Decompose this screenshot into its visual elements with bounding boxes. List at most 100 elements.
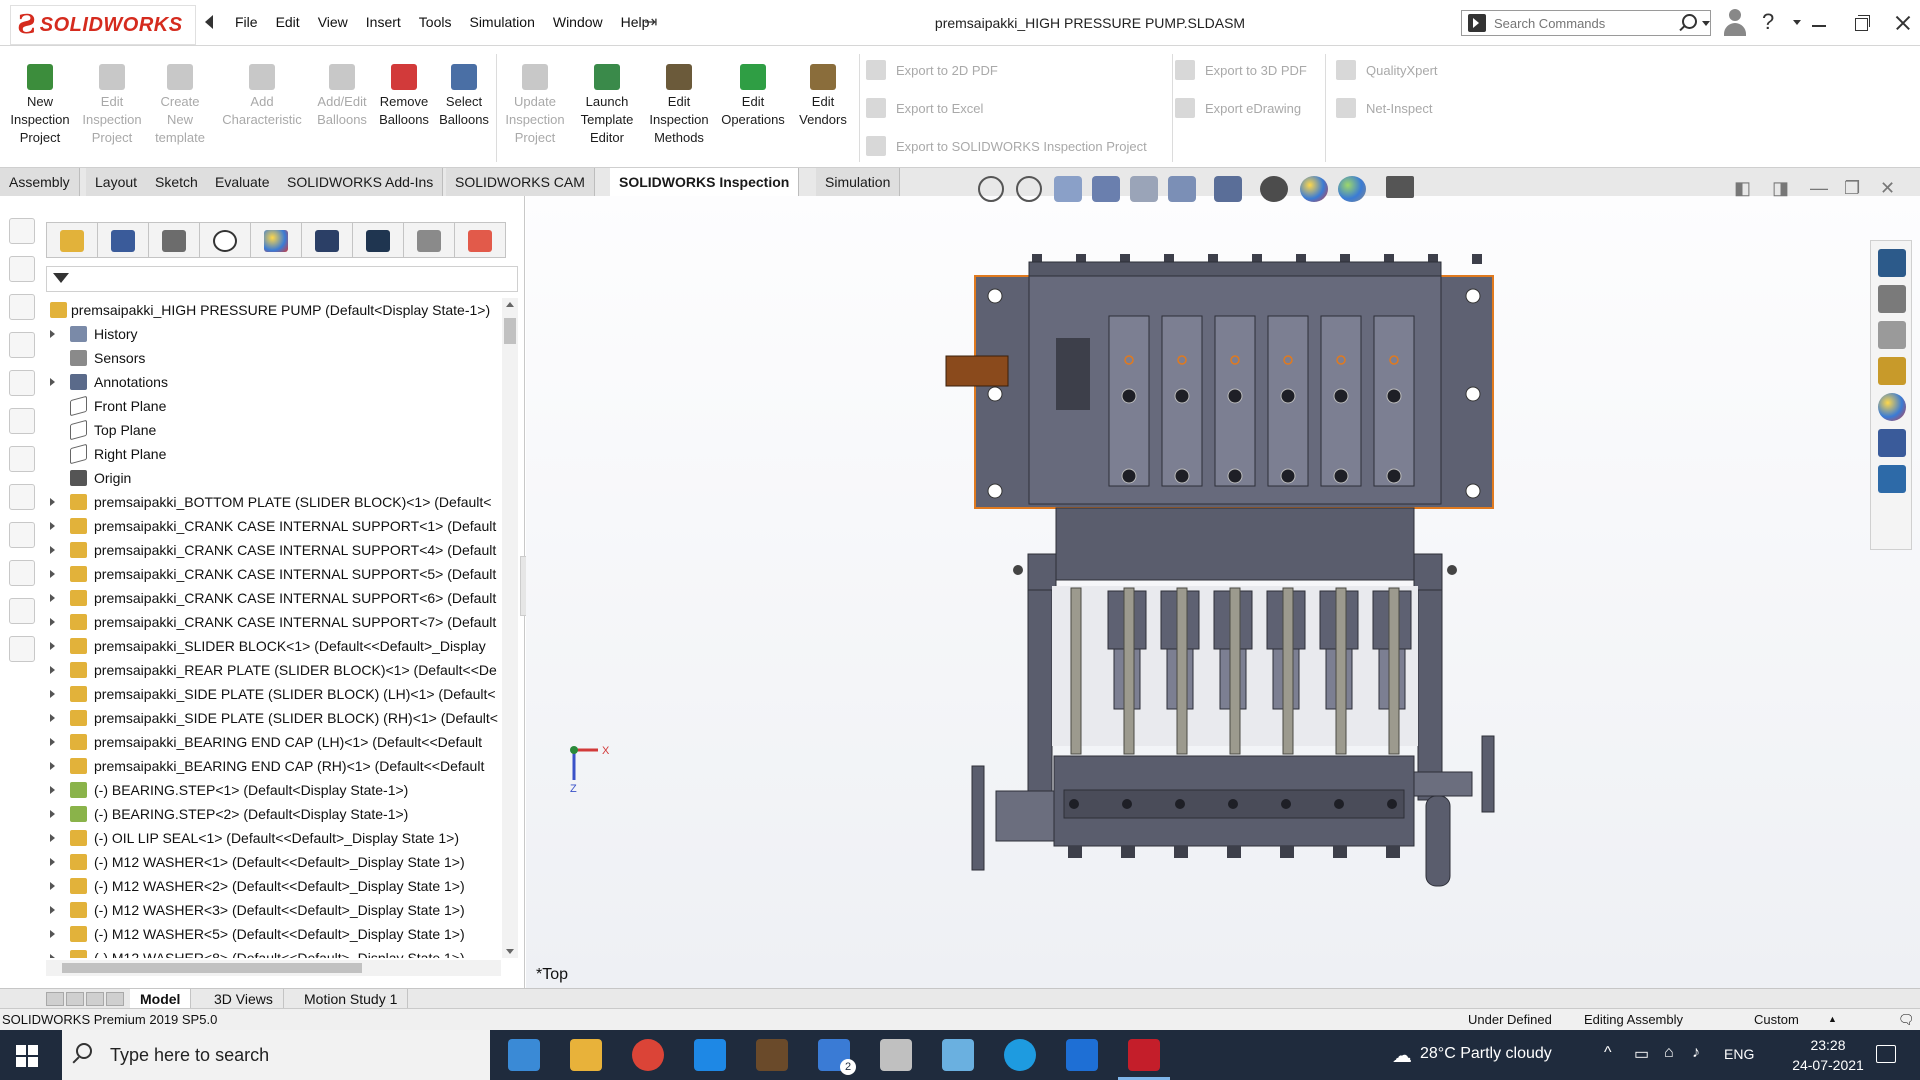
tree-item[interactable]: premsaipakki_CRANK CASE INTERNAL SUPPORT… xyxy=(46,562,501,586)
menu-insert[interactable]: Insert xyxy=(357,14,410,30)
mail-icon[interactable]: 2 xyxy=(818,1039,856,1075)
zoom-to-fit-icon[interactable] xyxy=(978,176,1004,202)
solidworks-icon[interactable] xyxy=(1118,1039,1170,1080)
unit-dropdown-icon[interactable]: ▲ xyxy=(1828,1014,1837,1024)
add-edit-balloons-button[interactable]: Add/Edit Balloons xyxy=(312,64,372,129)
edge-icon[interactable] xyxy=(1004,1039,1036,1071)
tree-item[interactable]: (-) M12 WASHER<3> (Default<<Default>_Dis… xyxy=(46,898,501,922)
next-tab-icon[interactable] xyxy=(86,992,104,1006)
folder-icon[interactable] xyxy=(570,1039,602,1071)
view-orientation-icon[interactable] xyxy=(9,218,35,244)
sketch-tool-icon[interactable] xyxy=(9,522,35,548)
view-top-icon[interactable] xyxy=(9,408,35,434)
menu-view[interactable]: View xyxy=(309,14,357,30)
tab-simulation[interactable]: Simulation xyxy=(816,168,901,196)
scrollbar-thumb[interactable] xyxy=(62,963,362,973)
tree-item[interactable]: (-) BEARING.STEP<2> (Default<Display Sta… xyxy=(46,802,501,826)
scrollbar-thumb[interactable] xyxy=(504,318,516,344)
tree-item[interactable]: premsaipakki_SIDE PLATE (SLIDER BLOCK) (… xyxy=(46,682,501,706)
feature-tree-filter[interactable] xyxy=(46,266,518,292)
expand-arrow-icon[interactable] xyxy=(50,834,55,842)
view-back-icon[interactable] xyxy=(9,294,35,320)
net-inspect-button[interactable]: Net-Inspect xyxy=(1336,98,1432,118)
tree-root-assembly[interactable]: premsaipakki_HIGH PRESSURE PUMP (Default… xyxy=(46,298,501,322)
windows-start-icon[interactable] xyxy=(16,1045,38,1067)
forum-icon[interactable] xyxy=(1878,465,1906,493)
file-explorer-icon[interactable] xyxy=(508,1039,540,1071)
export-inspection-project-button[interactable]: Export to SOLIDWORKS Inspection Project xyxy=(866,136,1147,156)
user-account-icon[interactable] xyxy=(1724,9,1746,37)
expand-arrow-icon[interactable] xyxy=(50,882,55,890)
app-icon[interactable] xyxy=(756,1039,788,1071)
create-template-button[interactable]: Create New template xyxy=(152,64,208,147)
tab-motion-study[interactable]: Motion Study 1 xyxy=(294,989,409,1009)
command-search-icon[interactable] xyxy=(1468,14,1486,32)
help-icon[interactable]: ? xyxy=(1762,9,1774,35)
pump-model-view[interactable]: X Z xyxy=(526,196,1920,990)
expand-arrow-icon[interactable] xyxy=(50,786,55,794)
search-input[interactable] xyxy=(1494,15,1674,31)
minimize-window-button[interactable] xyxy=(1804,8,1834,38)
tree-item[interactable]: Front Plane xyxy=(46,394,501,418)
view-settings-icon[interactable] xyxy=(1386,176,1414,198)
language-indicator[interactable]: ENG xyxy=(1724,1046,1754,1062)
doc-close-icon[interactable]: ✕ xyxy=(1880,178,1895,199)
tree-item[interactable]: (-) M12 WASHER<2> (Default<<Default>_Dis… xyxy=(46,874,501,898)
tree-item[interactable]: (-) BEARING.STEP<1> (Default<Display Sta… xyxy=(46,778,501,802)
expand-arrow-icon[interactable] xyxy=(50,330,55,338)
graphics-area[interactable]: X Z ◧ ◨ — ❐ ✕ xyxy=(526,178,1920,990)
pin-menu-icon[interactable]: ⇥ xyxy=(644,12,657,32)
vendors-button[interactable]: Edit Vendors xyxy=(792,64,854,129)
battery-icon[interactable]: ▭ xyxy=(1634,1044,1649,1064)
add-characteristic-button[interactable]: Add Characteristic xyxy=(218,64,306,129)
edit-appearance-icon[interactable] xyxy=(1300,176,1328,202)
expand-arrow-icon[interactable] xyxy=(50,906,55,914)
expand-arrow-icon[interactable] xyxy=(50,858,55,866)
expand-arrow-icon[interactable] xyxy=(50,546,55,554)
tab-layout[interactable]: Layout xyxy=(86,168,148,196)
inspection-methods-button[interactable]: Edit Inspection Methods xyxy=(644,64,714,147)
network-icon[interactable]: ⌂ xyxy=(1664,1044,1674,1062)
expand-arrow-icon[interactable] xyxy=(50,594,55,602)
apply-scene-icon[interactable] xyxy=(1338,176,1366,202)
tree-item[interactable]: premsaipakki_SIDE PLATE (SLIDER BLOCK) (… xyxy=(46,706,501,730)
zoom-to-area-icon[interactable] xyxy=(1016,176,1042,202)
hide-show-items-icon[interactable] xyxy=(1260,176,1288,202)
tree-item[interactable]: Sensors xyxy=(46,346,501,370)
view-right-icon[interactable] xyxy=(9,370,35,396)
qualityxpert-button[interactable]: QualityXpert xyxy=(1336,60,1438,80)
expand-arrow-icon[interactable] xyxy=(50,762,55,770)
tree-item[interactable]: premsaipakki_CRANK CASE INTERNAL SUPPORT… xyxy=(46,538,501,562)
expand-arrow-icon[interactable] xyxy=(50,690,55,698)
tree-item[interactable]: (-) M12 WASHER<8> (Default<<Default>_Dis… xyxy=(46,946,501,958)
solidworks-resources-icon[interactable] xyxy=(1878,249,1906,277)
view-front-icon[interactable] xyxy=(9,256,35,282)
tab-cam-operation-tree[interactable] xyxy=(352,222,404,258)
tab-cam-tool-tree[interactable] xyxy=(403,222,455,258)
feature-tree-vertical-scrollbar[interactable] xyxy=(502,298,518,958)
tab-model[interactable]: Model xyxy=(130,989,192,1009)
tab-configuration-manager[interactable] xyxy=(148,222,200,258)
restore-window-button[interactable] xyxy=(1846,8,1876,38)
operations-button[interactable]: Edit Operations xyxy=(718,64,788,129)
tree-item[interactable]: premsaipakki_BOTTOM PLATE (SLIDER BLOCK)… xyxy=(46,490,501,514)
tree-item[interactable]: premsaipakki_CRANK CASE INTERNAL SUPPORT… xyxy=(46,586,501,610)
expand-arrow-icon[interactable] xyxy=(50,666,55,674)
chrome-icon[interactable] xyxy=(632,1039,664,1071)
scroll-down-icon[interactable] xyxy=(506,949,514,954)
tab-solidworks-inspection[interactable]: SOLIDWORKS Inspection xyxy=(610,168,800,196)
tab-evaluate[interactable]: Evaluate xyxy=(206,168,280,196)
export-2d-pdf-button[interactable]: Export to 2D PDF xyxy=(866,60,998,80)
tile-right-icon[interactable]: ◨ xyxy=(1772,178,1789,199)
feature-tree-horizontal-scrollbar[interactable] xyxy=(46,960,501,976)
expand-arrow-icon[interactable] xyxy=(50,738,55,746)
help-dropdown-icon[interactable] xyxy=(1793,20,1801,25)
tray-chevron-up-icon[interactable]: ^ xyxy=(1604,1044,1612,1062)
tab-3d-views[interactable]: 3D Views xyxy=(204,989,284,1009)
tab-property-manager[interactable] xyxy=(97,222,149,258)
measure-tool-icon[interactable] xyxy=(9,560,35,586)
tree-item[interactable]: premsaipakki_REAR PLATE (SLIDER BLOCK)<1… xyxy=(46,658,501,682)
tree-item[interactable]: Annotations xyxy=(46,370,501,394)
tab-sketch[interactable]: Sketch xyxy=(146,168,208,196)
expand-arrow-icon[interactable] xyxy=(50,954,55,958)
